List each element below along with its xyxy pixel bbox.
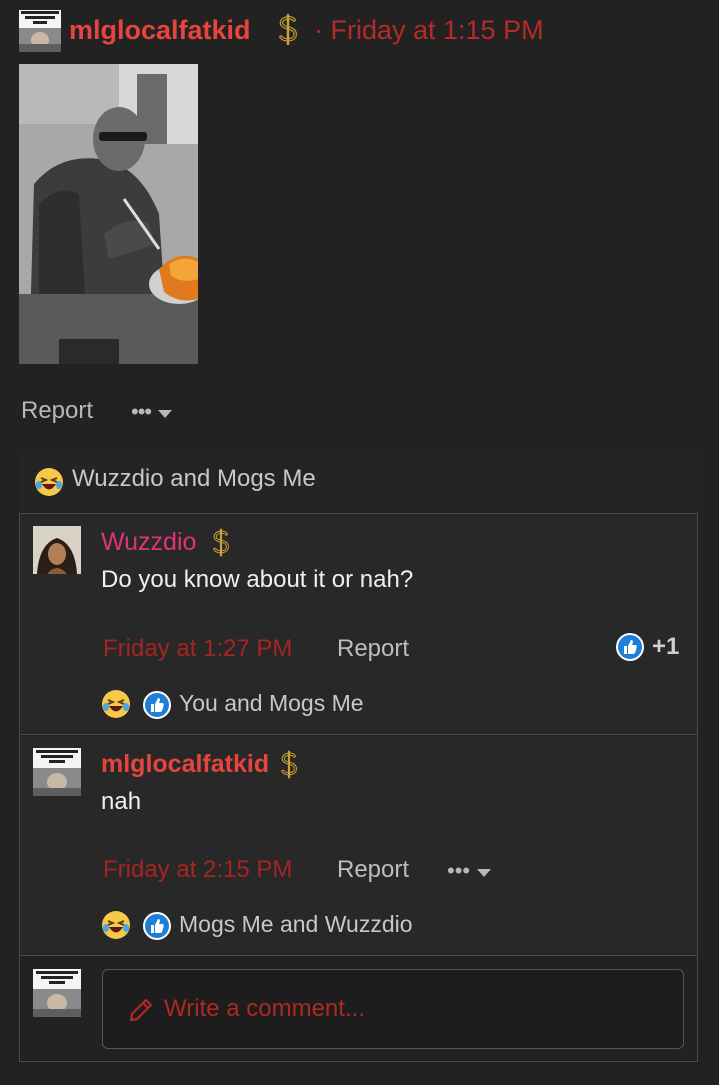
post-time[interactable]: · Friday at 1:15 PM <box>314 10 544 50</box>
like-icon <box>143 691 171 719</box>
comment-report-link[interactable]: Report <box>337 856 409 884</box>
comment-time[interactable]: Friday at 1:27 PM <box>103 635 292 663</box>
post-author-name[interactable]: mlglocalfatkid <box>69 10 251 50</box>
pencil-icon <box>127 996 155 1029</box>
reaction-summary-text[interactable]: Wuzzdio and Mogs Me <box>72 465 316 493</box>
haha-emoji-icon <box>101 910 131 940</box>
write-comment-placeholder: Write a comment... <box>164 995 365 1022</box>
like-icon <box>143 912 171 940</box>
comment-author-name[interactable]: Wuzzdio <box>101 526 196 558</box>
chevron-down-icon <box>476 858 492 884</box>
more-dots: ••• <box>447 858 471 883</box>
write-comment-input[interactable]: Write a comment... <box>102 969 684 1049</box>
comment-author-avatar[interactable] <box>33 526 81 574</box>
post-reactions-bar[interactable]: Wuzzdio and Mogs Me <box>19 450 698 514</box>
comment-report-link[interactable]: Report <box>337 635 409 663</box>
haha-emoji-icon <box>34 467 64 497</box>
post-gif-image[interactable] <box>19 64 198 364</box>
post-report-link[interactable]: Report <box>21 397 93 425</box>
comment-author-name[interactable]: mlglocalfatkid <box>101 748 269 780</box>
like-count-text: +1 <box>652 633 680 660</box>
post-more-menu[interactable]: ••• <box>131 399 173 425</box>
comment-text: Do you know about it or nah? <box>101 566 414 593</box>
comment-text: nah <box>101 788 142 815</box>
like-icon <box>616 633 644 661</box>
comment-item: Wuzzdio Do you know about it or nah? Fri… <box>20 514 697 735</box>
more-dots: ••• <box>131 399 152 424</box>
comment-reactors[interactable]: Mogs Me and Wuzzdio <box>179 911 413 938</box>
post-author-name-text[interactable]: mlglocalfatkid <box>69 15 251 45</box>
chevron-down-icon <box>157 399 173 425</box>
comment-item: mlglocalfatkid nah Friday at 2:15 PM Rep… <box>20 736 697 956</box>
dollar-badge-icon <box>275 12 301 53</box>
composer-user-avatar <box>33 969 81 1017</box>
comment-reactors[interactable]: You and Mogs Me <box>179 690 364 717</box>
comment-like-count[interactable]: +1 <box>616 633 679 661</box>
dollar-badge-icon <box>277 749 301 786</box>
comment-more-menu[interactable]: ••• <box>447 858 492 884</box>
dollar-badge-icon <box>209 527 233 564</box>
comment-time[interactable]: Friday at 2:15 PM <box>103 856 292 884</box>
post-author-avatar[interactable] <box>19 10 61 52</box>
haha-emoji-icon <box>101 689 131 719</box>
comment-author-avatar[interactable] <box>33 748 81 796</box>
